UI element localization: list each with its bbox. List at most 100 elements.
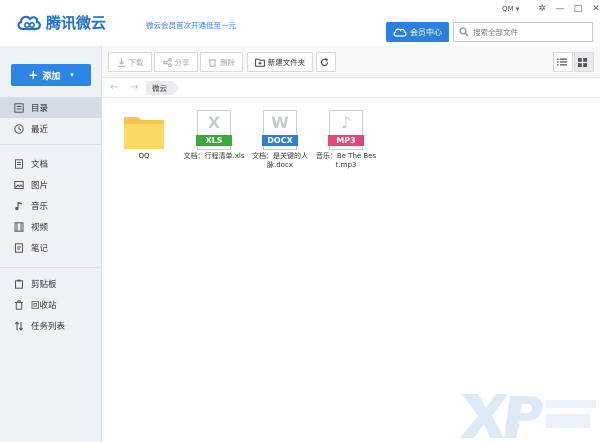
sidebar-item-label: 任务列表 [31, 321, 66, 332]
search-icon [459, 27, 469, 37]
settings-icon[interactable]: ✲ [536, 4, 548, 15]
breadcrumb[interactable]: 微云 [146, 81, 179, 95]
file-icon-wrap: ♪ MP3 [314, 106, 378, 150]
nav-group-tools: 剪贴板 回收站 任务列表 [0, 273, 101, 336]
sidebar-item-label: 图片 [31, 180, 49, 191]
sidebar: + 添加 ▾ 目录 最近 文档 图片 音乐 视频 笔记 剪贴板 回收站 任务列表 [0, 46, 102, 442]
share-icon [162, 57, 172, 67]
trash-icon [208, 59, 217, 67]
download-button[interactable]: 下载 [108, 52, 152, 72]
file-icon-wrap [112, 106, 176, 150]
docx-file-icon: W DOCX [262, 110, 298, 150]
nav-group-types: 文档 图片 音乐 视频 笔记 [0, 153, 101, 258]
sidebar-item-documents[interactable]: 文档 [0, 153, 101, 174]
clipboard-icon [15, 279, 23, 289]
add-button-label: 添加 [42, 71, 61, 82]
sidebar-item-label: 回收站 [31, 300, 57, 311]
file-type-tag: XLS [196, 135, 232, 146]
forward-arrow-icon[interactable]: → [130, 82, 138, 93]
file-glyph: W [271, 113, 289, 132]
xls-file-icon: X XLS [196, 110, 232, 150]
sidebar-item-directory[interactable]: 目录 [0, 97, 101, 118]
vip-center-label: 会员中心 [410, 27, 442, 37]
file-icon-wrap: W DOCX [248, 106, 312, 150]
refresh-icon [320, 57, 329, 66]
nav-group-main: 目录 最近 [0, 97, 101, 139]
grid-view-icon [578, 57, 587, 67]
app-title: 腾讯微云 [46, 14, 107, 32]
file-item-folder[interactable]: QQ [112, 106, 176, 161]
new-folder-icon [254, 58, 265, 67]
new-folder-button[interactable]: 新建文件夹 [247, 52, 313, 72]
file-item-docx[interactable]: W DOCX 文档：是关键的人脉.docx [248, 106, 312, 170]
maximize-icon[interactable]: □ [572, 4, 584, 15]
trash-icon [15, 299, 23, 310]
watermark-logo [460, 394, 596, 438]
sidebar-item-label: 最近 [31, 124, 49, 135]
download-label: 下载 [128, 57, 144, 67]
grid-view-button[interactable] [574, 52, 594, 72]
sidebar-item-video[interactable]: 视频 [0, 216, 101, 237]
toolbar: 下载 分享 删除 新建文件夹 [102, 46, 600, 78]
sidebar-item-label: 音乐 [31, 201, 49, 212]
minimize-icon[interactable]: — [554, 4, 566, 15]
plus-icon: + [28, 68, 39, 82]
cloud-logo-icon [17, 15, 41, 31]
document-icon [15, 158, 23, 169]
file-type-tag: DOCX [262, 135, 298, 146]
search-box[interactable] [453, 22, 593, 42]
new-folder-label: 新建文件夹 [267, 57, 306, 67]
clock-icon [14, 123, 24, 134]
file-name: QQ [138, 152, 150, 160]
back-arrow-icon[interactable]: ← [110, 82, 118, 93]
search-input[interactable] [473, 27, 588, 37]
close-icon[interactable]: ✕ [590, 4, 600, 15]
promo-link[interactable]: 微云会员首次开通低至一元 [146, 20, 236, 31]
sidebar-item-task-list[interactable]: 任务列表 [0, 315, 101, 336]
divider [0, 267, 101, 268]
vip-cloud-icon [393, 27, 407, 37]
chevron-down-icon: ▾ [70, 71, 74, 79]
sidebar-item-label: 视频 [31, 222, 49, 233]
sidebar-item-music[interactable]: 音乐 [0, 195, 101, 216]
sidebar-item-clipboard[interactable]: 剪贴板 [0, 273, 101, 294]
folder-icon [124, 117, 164, 149]
file-glyph: ♪ [340, 113, 352, 132]
list-view-icon [556, 58, 567, 66]
sidebar-item-label: 笔记 [31, 243, 49, 254]
file-glyph: X [207, 113, 221, 132]
file-name: 文档：行程清单.xls [183, 152, 245, 160]
directory-icon [14, 102, 24, 113]
sidebar-item-recycle-bin[interactable]: 回收站 [0, 294, 101, 315]
transfer-icon [14, 320, 24, 331]
file-name: 文档：是关键的人脉.docx [252, 152, 308, 169]
delete-button[interactable]: 删除 [200, 52, 243, 72]
download-icon [117, 58, 125, 67]
list-view-button[interactable] [553, 52, 573, 72]
share-button[interactable]: 分享 [154, 52, 198, 72]
refresh-button[interactable] [316, 52, 336, 72]
file-type-tag: MP3 [328, 135, 364, 146]
vip-center-button[interactable]: 会员中心 [386, 22, 449, 42]
file-icon-wrap: X XLS [182, 106, 246, 150]
add-button[interactable]: + 添加 ▾ [11, 64, 91, 86]
breadcrumb-current: 微云 [152, 83, 167, 93]
sidebar-item-label: 剪贴板 [31, 279, 57, 290]
file-name: 音乐：Be The Best.mp3 [315, 152, 377, 169]
delete-label: 删除 [220, 57, 235, 67]
share-label: 分享 [174, 57, 190, 67]
sidebar-item-notes[interactable]: 笔记 [0, 237, 101, 258]
sidebar-item-images[interactable]: 图片 [0, 174, 101, 195]
music-icon [15, 201, 22, 210]
sidebar-item-label: 文档 [31, 159, 49, 170]
app-logo: 腾讯微云 [16, 12, 106, 33]
user-menu[interactable]: QM ▾ [502, 5, 519, 13]
sidebar-item-recent[interactable]: 最近 [0, 118, 101, 139]
note-icon [15, 242, 23, 253]
breadcrumb-bar: ← → 微云 [102, 78, 600, 98]
file-item-xls[interactable]: X XLS 文档：行程清单.xls [182, 106, 246, 161]
file-item-mp3[interactable]: ♪ MP3 音乐：Be The Best.mp3 [314, 106, 378, 170]
title-bar: 腾讯微云 微云会员首次开通低至一元 QM ▾ ✲ — □ ✕ 会员中心 [0, 0, 600, 46]
divider [0, 144, 101, 145]
mp3-file-icon: ♪ MP3 [328, 110, 364, 150]
